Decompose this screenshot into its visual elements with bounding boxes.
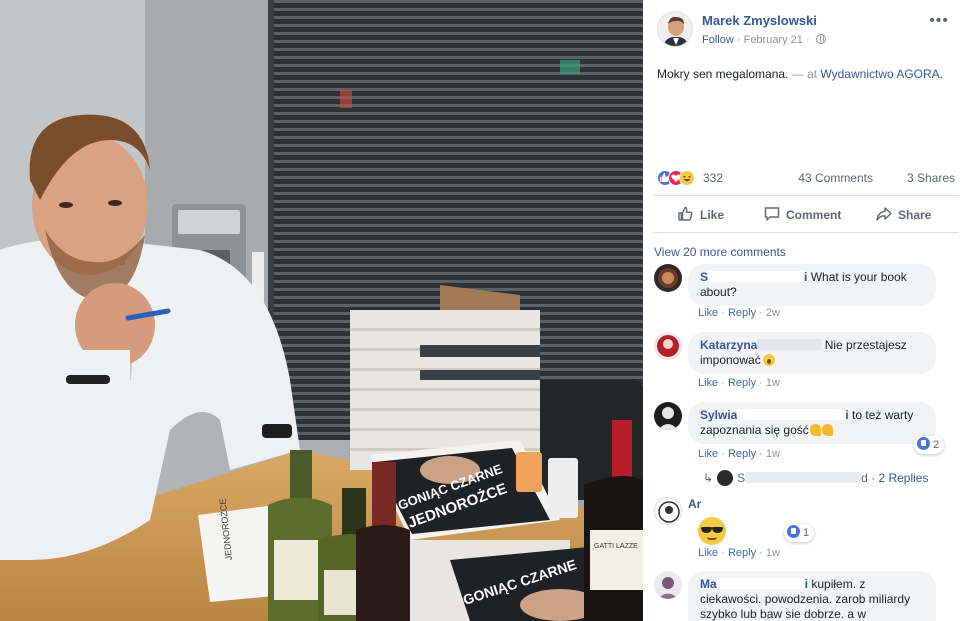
author-avatar[interactable] xyxy=(657,11,693,47)
replies-count[interactable]: 2 Replies xyxy=(878,471,928,485)
comment-time[interactable]: 1w xyxy=(766,547,780,559)
comment-reaction-count: 1 xyxy=(803,527,810,539)
comment-time[interactable]: 1w xyxy=(766,377,780,389)
meta-separator-2: · xyxy=(805,34,810,46)
haha-icon xyxy=(679,170,695,186)
comment-button[interactable]: Comment xyxy=(763,204,841,226)
commenter-avatar[interactable] xyxy=(654,571,682,599)
view-more-comments-link[interactable]: View 20 more comments xyxy=(654,245,786,259)
comment-time[interactable]: 1w xyxy=(766,448,780,460)
caption-text: Mokry sen megalomana. xyxy=(657,67,789,81)
comment-reaction-badge[interactable]: 2 xyxy=(914,436,945,454)
post-date[interactable]: February 21 xyxy=(744,34,803,46)
comment-bubble: Si What is your book about? xyxy=(688,264,936,306)
commenter-avatar[interactable] xyxy=(654,402,682,430)
comment-actions: Like · Reply · 1w xyxy=(698,377,780,389)
more-options-button[interactable]: ••• xyxy=(929,12,949,30)
meta-separator: · xyxy=(736,34,741,46)
author-name[interactable]: Marek Zmyslowski xyxy=(702,13,817,28)
redaction-bar xyxy=(757,339,822,350)
commenter-name[interactable]: Katarzyna xyxy=(700,338,757,352)
comments-count[interactable]: 43 Comments xyxy=(798,171,873,185)
redaction-bar xyxy=(745,472,862,483)
comment-item: Ar 1 Like · Reply · 1w xyxy=(654,497,954,563)
commenter-name[interactable]: Ar xyxy=(688,497,772,511)
comment-bubble: Katarzyna Nie przestajesz imponować xyxy=(688,332,936,374)
caption-at: — at xyxy=(788,67,821,81)
comment-reaction-count: 2 xyxy=(933,439,940,451)
comment-actions: Like · Reply · 2w xyxy=(698,307,780,319)
comment-like-link[interactable]: Like xyxy=(698,448,718,460)
comment-item: Katarzyna Nie przestajesz imponować Like… xyxy=(654,332,954,394)
redaction-bar xyxy=(701,498,772,509)
muscle-emoji-icon xyxy=(809,424,821,436)
like-icon xyxy=(917,437,930,450)
share-icon xyxy=(876,207,892,221)
redaction-bar xyxy=(708,271,805,282)
comment-icon xyxy=(764,207,780,221)
comment-actions: Like · Reply · 1w xyxy=(698,547,780,559)
commenter-name[interactable]: Sylwia xyxy=(700,408,737,422)
reply-author-start: S xyxy=(737,471,746,485)
post-stats: 332 43 Comments 3 Shares xyxy=(657,169,955,187)
comment-bubble: Sylwia i to też warty zapoznania się gość xyxy=(688,402,936,444)
comment-item: Sylwia i to też warty zapoznania się gość… xyxy=(654,402,954,466)
reply-author-avatar xyxy=(717,470,734,486)
commenter-avatar[interactable] xyxy=(654,497,682,525)
post-sidebar: Marek Zmyslowski Follow · February 21 · … xyxy=(643,0,963,621)
comment-time[interactable]: 2w xyxy=(766,307,780,319)
comment-like-link[interactable]: Like xyxy=(698,547,718,559)
comment-label: Comment xyxy=(786,208,842,222)
post-caption: Mokry sen megalomana. — at Wydawnictwo A… xyxy=(657,66,949,82)
comment-like-link[interactable]: Like xyxy=(698,377,718,389)
action-bar: Like Comment Share xyxy=(653,195,959,233)
sunglasses-emoji-icon xyxy=(698,517,726,545)
comment-item: Ma i kupiłem. z ciekawości. powodzenia. z… xyxy=(654,571,954,621)
commenter-avatar[interactable] xyxy=(654,264,682,292)
reply-arrow-icon: ↳ xyxy=(703,471,714,485)
commenter-name[interactable]: Ma xyxy=(700,577,717,591)
reaction-count[interactable]: 332 xyxy=(703,171,723,185)
like-label: Like xyxy=(700,208,725,222)
muscle-emoji-icon xyxy=(821,424,833,436)
comment-like-link[interactable]: Like xyxy=(698,307,718,319)
globe-icon xyxy=(815,34,826,44)
commenter-name[interactable]: S xyxy=(700,270,708,284)
post-meta: Follow · February 21 · xyxy=(702,34,826,46)
caption-end: . xyxy=(939,67,944,81)
comment-reply-link[interactable]: Reply xyxy=(728,448,756,460)
share-button[interactable]: Share xyxy=(875,204,931,226)
shares-count[interactable]: 3 Shares xyxy=(907,171,955,185)
comment-actions: Like · Reply · 1w xyxy=(698,448,780,460)
comment-item: Si What is your book about? Like · Reply… xyxy=(654,264,954,326)
view-replies-link[interactable]: ↳ Sd · 2 Replies xyxy=(703,470,928,486)
surprised-emoji-icon xyxy=(762,354,775,366)
commenter-avatar[interactable] xyxy=(654,332,682,360)
redaction-bar xyxy=(716,578,805,589)
like-icon xyxy=(787,525,800,538)
follow-link[interactable]: Follow xyxy=(702,34,734,46)
post-header: Marek Zmyslowski Follow · February 21 · … xyxy=(657,10,957,54)
wine-label: GATTI LAZZE xyxy=(594,543,638,550)
comment-bubble: Ma i kupiłem. z ciekawości. powodzenia. z… xyxy=(688,571,936,621)
comment-reply-link[interactable]: Reply xyxy=(728,547,756,559)
comment-reaction-badge[interactable]: 1 xyxy=(784,524,815,542)
photo-illustration: JEDNOROŻCE GONIĄC CZARNE JEDNOROŻCE GONI… xyxy=(0,0,643,621)
post-photo[interactable]: JEDNOROŻCE GONIĄC CZARNE JEDNOROŻCE GONI… xyxy=(0,0,643,621)
comment-reply-link[interactable]: Reply xyxy=(728,377,756,389)
redaction-bar xyxy=(737,409,846,420)
share-label: Share xyxy=(898,208,932,222)
reply-author-end: d xyxy=(861,471,868,485)
comment-reply-link[interactable]: Reply xyxy=(728,307,756,319)
thumbs-up-icon xyxy=(678,206,693,221)
place-link[interactable]: Wydawnictwo AGORA xyxy=(820,67,939,81)
like-button[interactable]: Like xyxy=(677,204,724,226)
